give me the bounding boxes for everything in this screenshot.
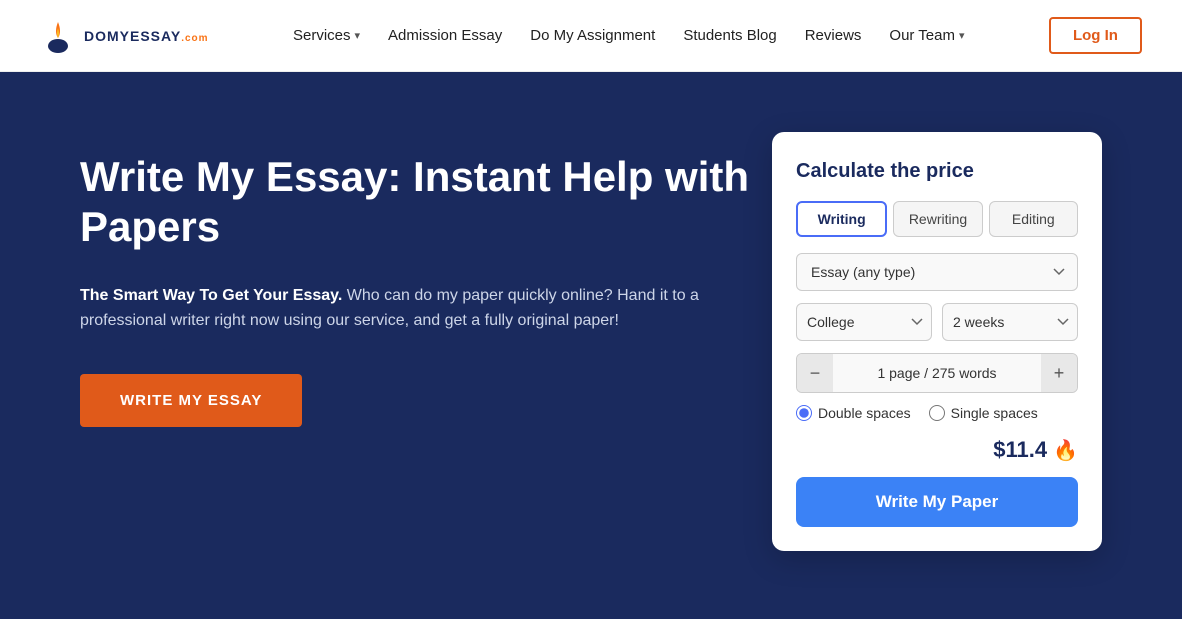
logo[interactable]: DOMYESSAY.com bbox=[40, 18, 209, 54]
tab-editing[interactable]: Editing bbox=[989, 201, 1078, 237]
pages-stepper: − 1 page / 275 words + bbox=[796, 353, 1078, 393]
nav-assignment[interactable]: Do My Assignment bbox=[530, 27, 655, 44]
navbar: DOMYESSAY.com Services ▾ Admission Essay… bbox=[0, 0, 1182, 72]
logo-text: DOMYESSAY.com bbox=[84, 28, 209, 44]
write-paper-button[interactable]: Write My Paper bbox=[796, 477, 1078, 527]
single-spaces-label: Single spaces bbox=[951, 405, 1038, 421]
spacing-row: Double spaces Single spaces bbox=[796, 405, 1078, 421]
double-spaces-option[interactable]: Double spaces bbox=[796, 405, 911, 421]
pages-increment-button[interactable]: + bbox=[1041, 354, 1077, 392]
level-deadline-row: College High School University Master's … bbox=[796, 303, 1078, 341]
nav-links: Services ▾ Admission Essay Do My Assignm… bbox=[293, 27, 965, 44]
tab-group: Writing Rewriting Editing bbox=[796, 201, 1078, 237]
hero-left: Write My Essay: Instant Help with Papers… bbox=[80, 142, 772, 427]
tab-writing[interactable]: Writing bbox=[796, 201, 887, 237]
pages-value: 1 page / 275 words bbox=[833, 365, 1041, 381]
logo-icon bbox=[40, 18, 76, 54]
paper-type-select[interactable]: Essay (any type) bbox=[796, 253, 1078, 291]
hero-title: Write My Essay: Instant Help with Papers bbox=[80, 152, 772, 253]
calculator-card: Calculate the price Writing Rewriting Ed… bbox=[772, 132, 1102, 551]
nav-blog[interactable]: Students Blog bbox=[683, 27, 776, 44]
pages-decrement-button[interactable]: − bbox=[797, 354, 833, 392]
nav-team[interactable]: Our Team ▾ bbox=[889, 27, 964, 44]
double-spaces-radio[interactable] bbox=[796, 405, 812, 421]
tab-rewriting[interactable]: Rewriting bbox=[893, 201, 982, 237]
fire-icon: 🔥 bbox=[1053, 438, 1078, 463]
price-value: $11.4 bbox=[993, 437, 1047, 463]
nav-admission[interactable]: Admission Essay bbox=[388, 27, 502, 44]
single-spaces-option[interactable]: Single spaces bbox=[929, 405, 1038, 421]
chevron-down-icon-team: ▾ bbox=[959, 29, 965, 42]
deadline-select[interactable]: 2 weeks 1 week 3 days 24 hours 12 hours bbox=[942, 303, 1078, 341]
login-button[interactable]: Log In bbox=[1049, 17, 1142, 54]
chevron-down-icon: ▾ bbox=[355, 29, 361, 42]
hero-desc-bold: The Smart Way To Get Your Essay. bbox=[80, 287, 342, 304]
double-spaces-label: Double spaces bbox=[818, 405, 911, 421]
hero-description: The Smart Way To Get Your Essay. Who can… bbox=[80, 283, 700, 334]
price-row: $11.4 🔥 bbox=[796, 437, 1078, 463]
calculator-title: Calculate the price bbox=[796, 160, 1078, 183]
nav-reviews[interactable]: Reviews bbox=[805, 27, 862, 44]
single-spaces-radio[interactable] bbox=[929, 405, 945, 421]
hero-section: Write My Essay: Instant Help with Papers… bbox=[0, 72, 1182, 619]
academic-level-select[interactable]: College High School University Master's bbox=[796, 303, 932, 341]
write-essay-button[interactable]: WRITE MY ESSAY bbox=[80, 374, 302, 427]
nav-services[interactable]: Services ▾ bbox=[293, 27, 360, 44]
